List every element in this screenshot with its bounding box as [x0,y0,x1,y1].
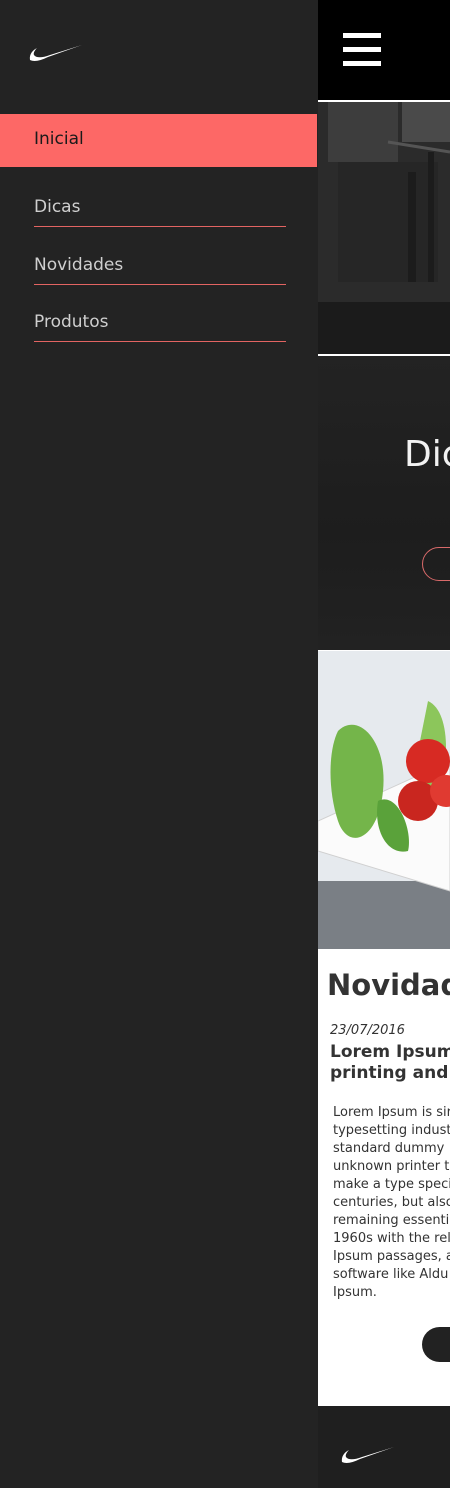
nike-swoosh-icon[interactable] [28,40,84,64]
sidebar-item-dicas[interactable]: Dicas [34,187,286,227]
hero-image [318,102,450,354]
dicas-section: Dic [318,356,450,650]
post-date: 23/07/2016 [330,1023,405,1038]
sidebar-item-label: Novidades [34,255,124,275]
dicas-button[interactable] [422,547,450,581]
dicas-title: Dic [404,434,450,475]
footer [318,1406,450,1488]
sidebar-item-label: Produtos [34,312,109,332]
sidebar-item-inicial[interactable]: Inicial [0,114,317,167]
sidebar-item-produtos[interactable]: Produtos [34,302,286,342]
gym-photo [318,102,450,354]
hamburger-icon[interactable] [343,33,381,66]
top-bar [318,0,450,100]
sidebar-drawer: Inicial Dicas Novidades Produtos [0,0,318,1488]
sidebar-item-label: Dicas [34,197,81,217]
sidebar-item-label: Inicial [34,129,84,149]
post-title[interactable]: Lorem Ipsum printing and t [330,1042,450,1084]
sidebar-item-novidades[interactable]: Novidades [34,245,286,285]
salad-photo [318,651,450,949]
post-body: Lorem Ipsum is sir typesetting indust st… [333,1105,450,1300]
food-image [318,651,450,949]
main-content: Dic Novidad 23/07/2016 Lorem Ipsum print… [318,0,450,1488]
news-heading: Novidad [327,968,450,1002]
read-more-button[interactable] [422,1327,450,1362]
nike-swoosh-icon [341,1447,394,1463]
